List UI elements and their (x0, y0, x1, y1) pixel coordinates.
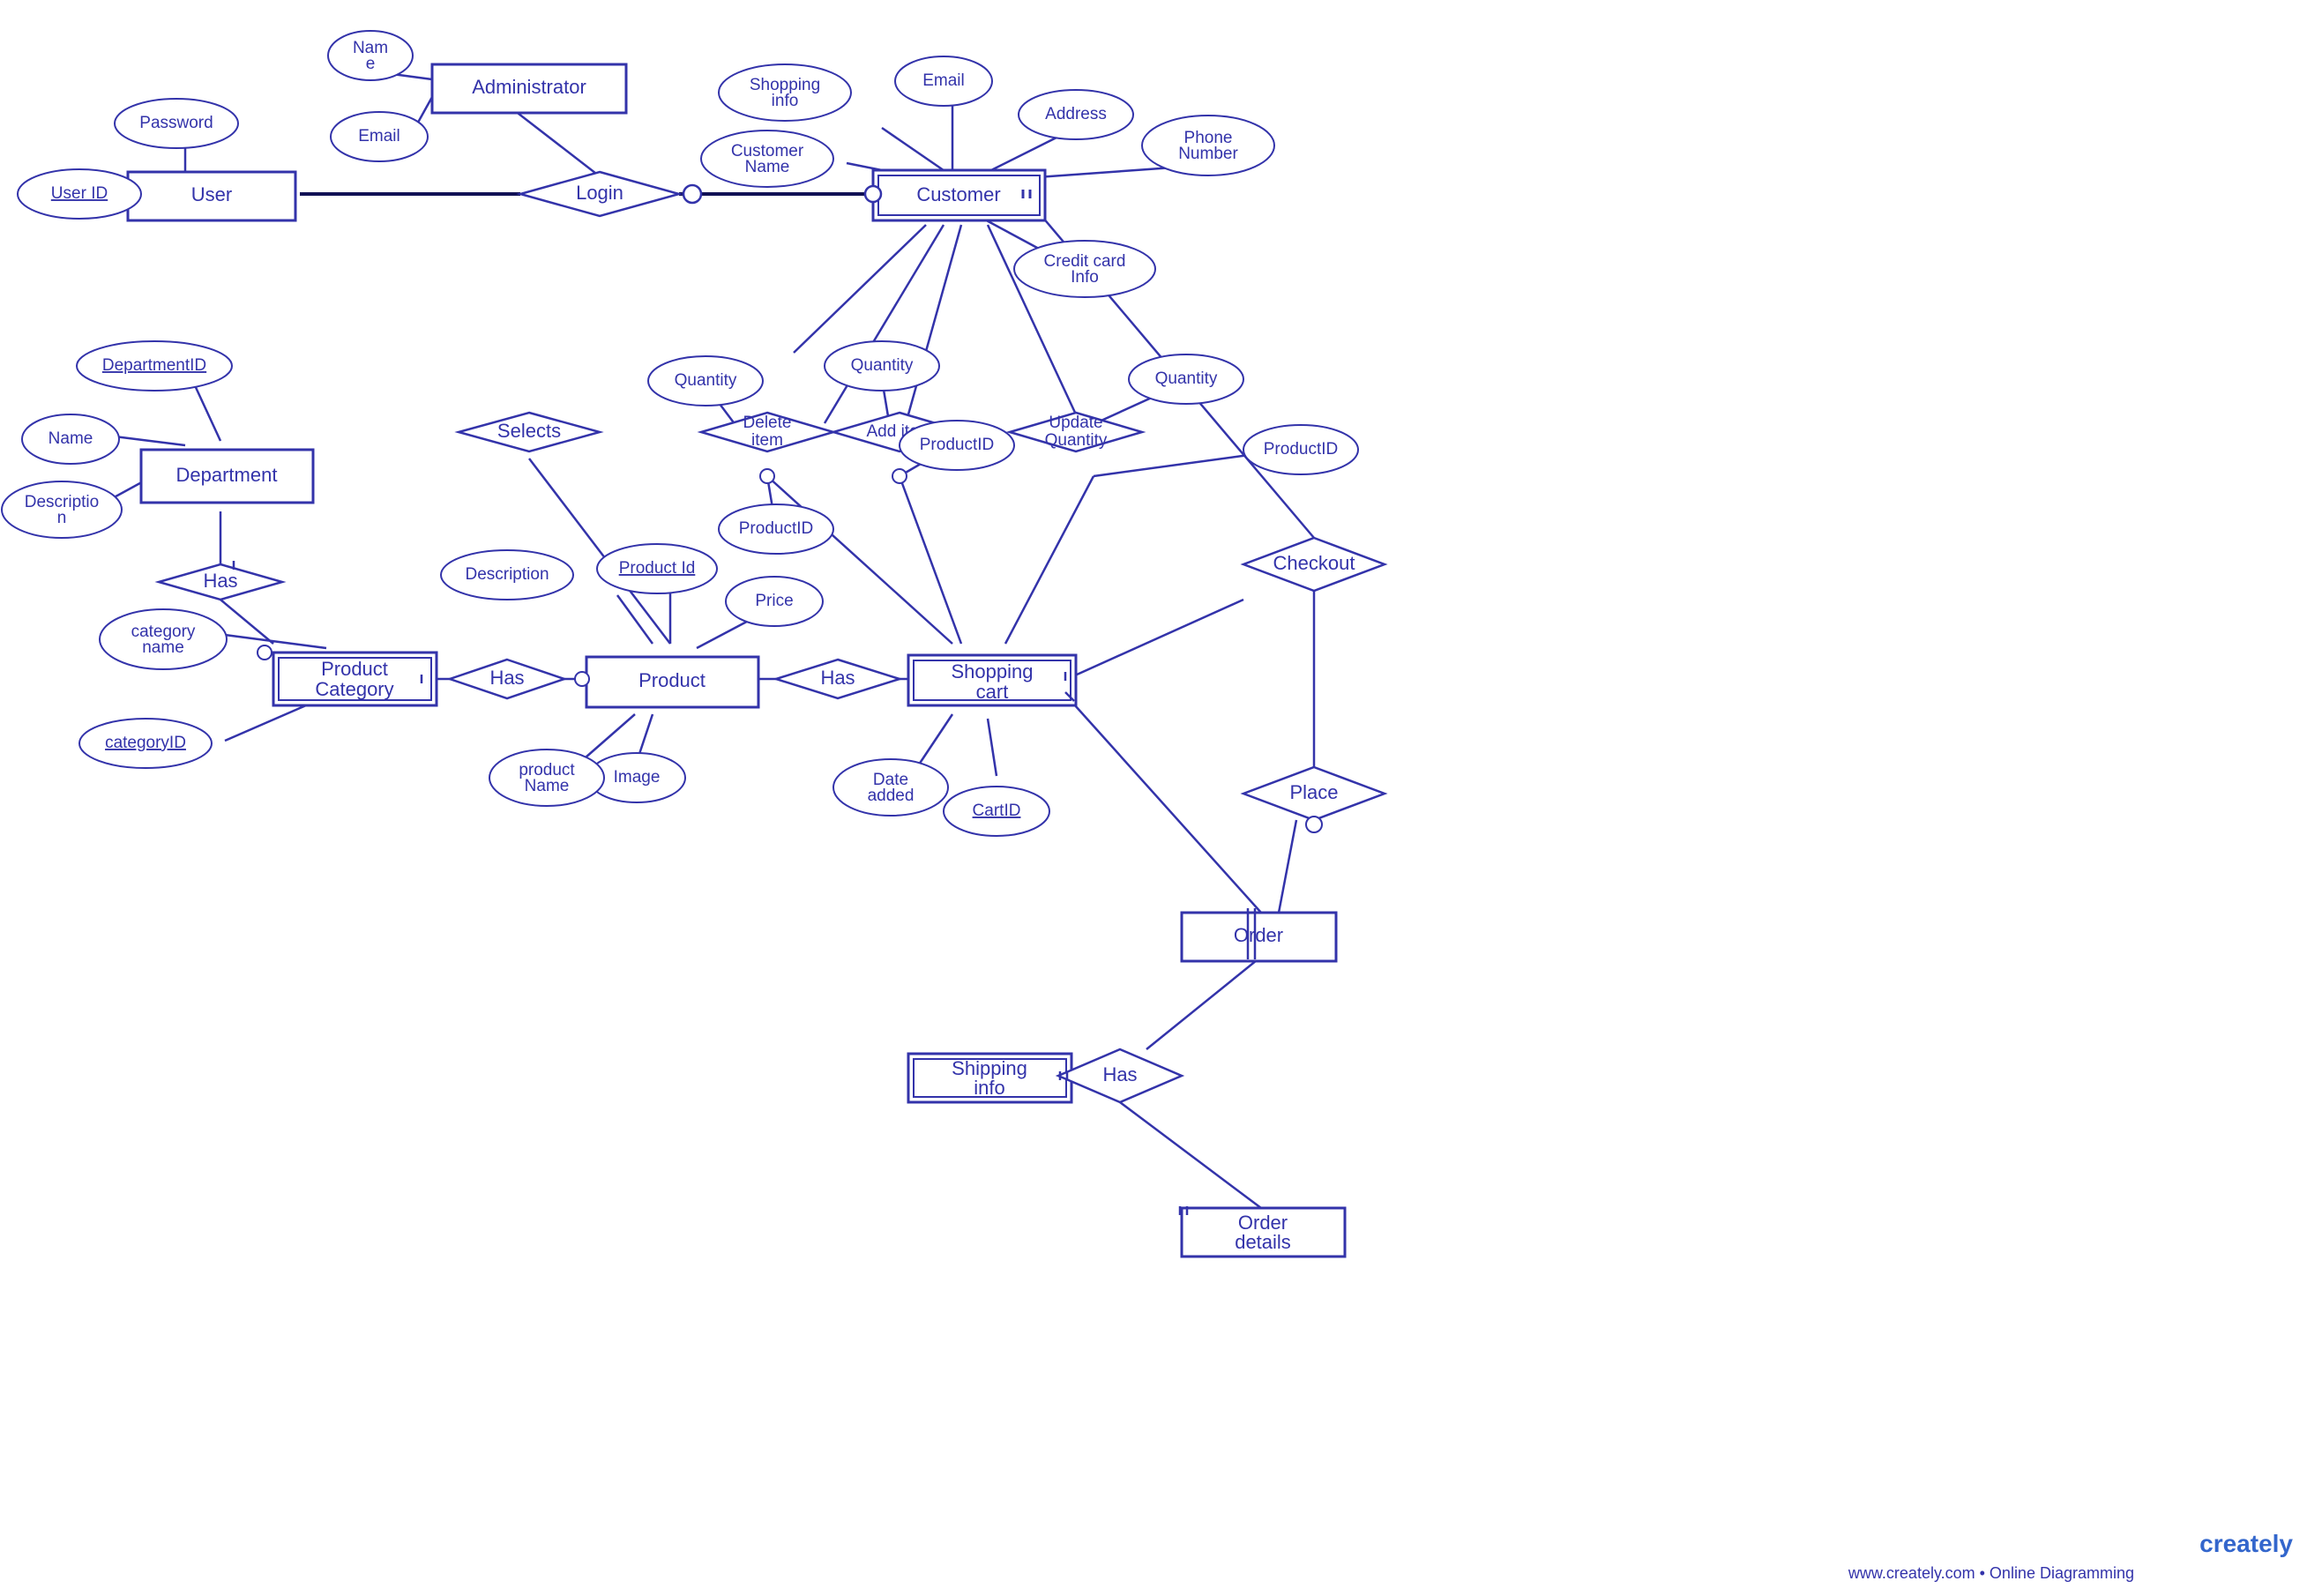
attr-creditcard-label2: Info (1071, 268, 1099, 287)
attr-price-label: Price (755, 592, 793, 610)
attr-image-label: Image (614, 768, 661, 787)
participation-circle-login (683, 185, 701, 203)
entity-order-label: Order (1234, 924, 1283, 946)
place-circle (1306, 817, 1322, 832)
attr-prodid-update-label: ProductID (1264, 440, 1338, 459)
attr-description-label: Description (465, 565, 549, 584)
rel-has-dept-prodcat-label: Has (203, 570, 237, 592)
add-item-circle (892, 469, 907, 483)
connector-dept-name (115, 436, 185, 445)
watermark-text: www.creately.com • Online Diagramming (1848, 1564, 2134, 1582)
delete-item-circle (760, 469, 774, 483)
attr-userid-label: User ID (51, 184, 108, 203)
attr-catname-label2: name (142, 638, 184, 657)
attr-customer-name-label2: Name (745, 158, 790, 176)
attr-dateadded-label2: added (868, 787, 915, 805)
rel-login-label: Login (576, 182, 623, 204)
attr-catid-label: categoryID (105, 734, 186, 752)
entity-product-label: Product (638, 669, 706, 691)
entity-shipping-label2: info (974, 1077, 1004, 1099)
rel-has-prodcat-prod-label: Has (489, 667, 524, 689)
rel-update-qty-label2: Quantity (1045, 431, 1108, 450)
entity-dept-label: Department (176, 464, 278, 486)
connector-cart-cartid (988, 719, 997, 776)
diagram-container: User Administrator Login Customer Depart… (0, 0, 2322, 1596)
connector-place-order (1279, 820, 1296, 913)
attr-password-label: Password (139, 114, 213, 132)
connector-additem-cart (900, 476, 961, 644)
rel-checkout-label: Checkout (1273, 552, 1355, 574)
rel-delete-item-label2: item (751, 431, 783, 450)
attr-cartid-label: CartID (973, 802, 1021, 820)
entity-prodcat-label1: Product (321, 658, 388, 680)
participation-circle-cust1 (865, 186, 881, 202)
connector-prod-desc (617, 595, 653, 644)
attr-qty-add-label: Quantity (851, 356, 914, 375)
attr-prodid-delete-label: ProductID (739, 519, 813, 538)
connector-cart-dateadded (917, 714, 952, 767)
attr-address-label: Address (1045, 105, 1107, 123)
attr-prodid-add-label: ProductID (920, 436, 994, 454)
connector-order-has (1146, 957, 1261, 1049)
rel-delete-item-label1: Delete (743, 414, 792, 432)
attr-deptid-label: DepartmentID (102, 356, 206, 375)
attr-deptdesc-label2: n (57, 509, 67, 527)
has-prod-circle (575, 672, 589, 686)
attr-deptname-label: Name (49, 429, 93, 448)
rel-selects-label: Selects (497, 420, 561, 442)
attr-productid-label: Product Id (619, 559, 696, 578)
connector-cart-checkout (1067, 600, 1243, 679)
er-diagram: User Administrator Login Customer Depart… (0, 0, 2322, 1596)
attr-email-label: Email (922, 71, 965, 90)
entity-customer-label: Customer (916, 183, 1000, 205)
rel-has-prod-cart-label: Has (820, 667, 855, 689)
entity-prodcat-label2: Category (315, 678, 393, 700)
rel-update-qty-label1: Update (1049, 414, 1102, 432)
rel-has-order-label: Has (1102, 1063, 1137, 1085)
entity-orderdetails-label2: details (1235, 1231, 1291, 1253)
connector-updateqty-cart (1005, 476, 1094, 644)
entity-cart-label2: cart (976, 681, 1009, 703)
attr-qty-update-label: Quantity (1155, 369, 1218, 388)
entity-user-label: User (191, 183, 232, 205)
attr-shopping-info-label2: info (772, 92, 799, 110)
connector-prodcat-catname (225, 635, 326, 648)
attr-admin-email-label: Email (358, 127, 400, 145)
connector-dept-deptid (194, 384, 220, 441)
attr-phone-label2: Number (1178, 145, 1238, 163)
attr-admin-name-label2: e (366, 55, 376, 73)
connector-cart-order (1067, 697, 1261, 913)
connector-has-orderdetails (1120, 1102, 1261, 1208)
rel-place-label: Place (1289, 781, 1338, 803)
attr-qty-delete-label: Quantity (675, 371, 737, 390)
entity-cart-label1: Shopping (952, 660, 1034, 682)
has-prodcat-circle (258, 645, 272, 660)
entity-admin-label: Administrator (472, 76, 586, 98)
brand-text: creately (2199, 1530, 2293, 1557)
attr-productname-label2: Name (525, 777, 570, 795)
